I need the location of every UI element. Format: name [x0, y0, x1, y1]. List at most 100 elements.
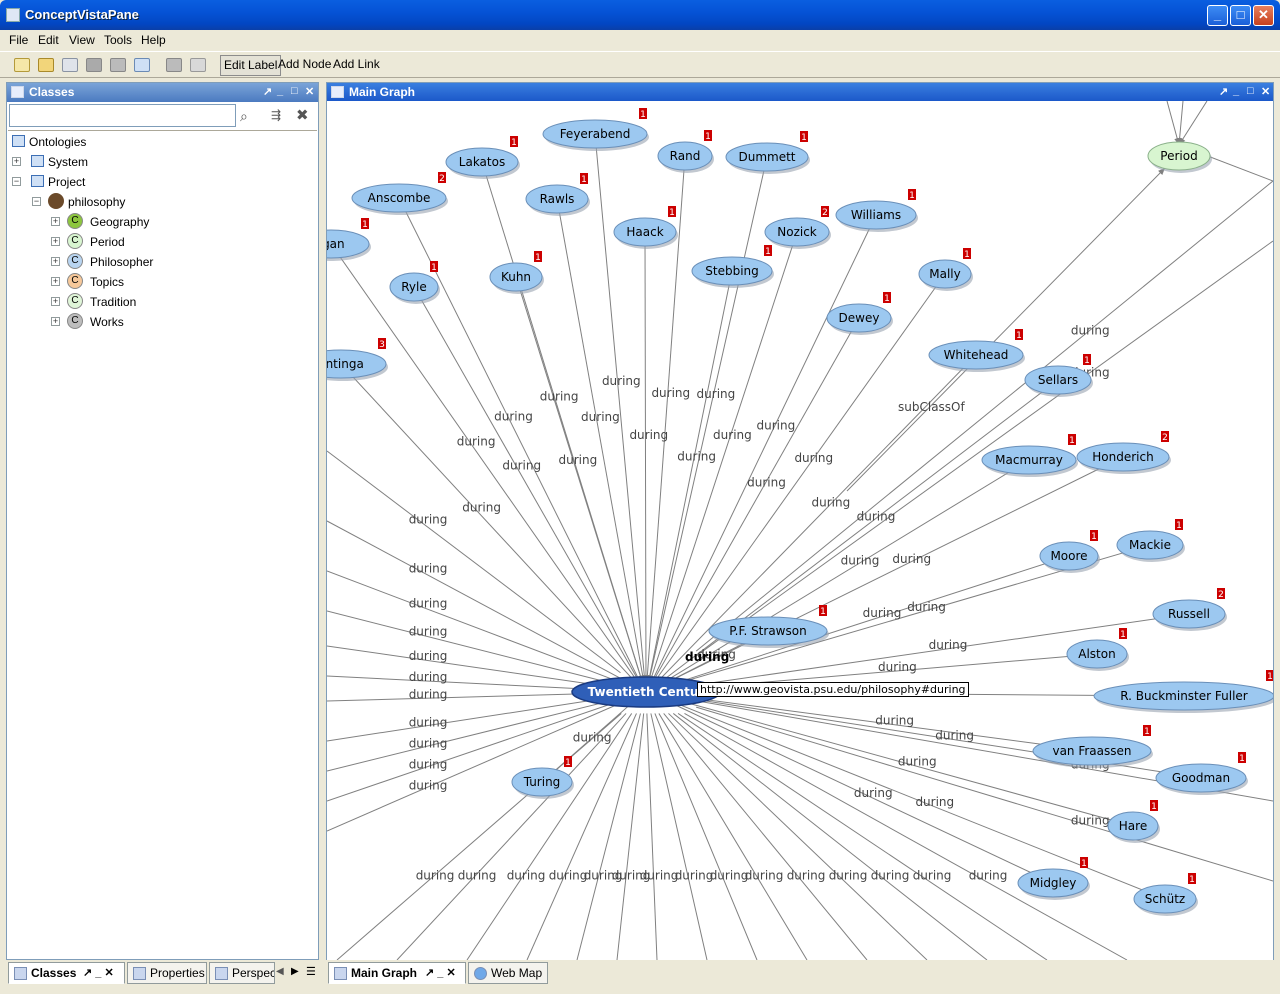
class-search-input[interactable]: [9, 104, 236, 127]
graph-canvas[interactable]: during during during during during during duri…: [327, 101, 1273, 960]
edge-during[interactable]: [576, 713, 641, 960]
print-icon[interactable]: [166, 58, 182, 72]
tree-item-period[interactable]: + C Period: [51, 233, 251, 252]
philosopher-node[interactable]: Anscombe 2: [351, 172, 448, 215]
philosopher-node[interactable]: Alston 1: [1066, 628, 1129, 671]
maximize-button[interactable]: □: [1230, 5, 1251, 26]
edge-during[interactable]: [616, 713, 645, 960]
edge-during[interactable]: [594, 133, 648, 683]
close-panel-icon[interactable]: ✕: [305, 85, 314, 98]
edge-during[interactable]: [327, 700, 621, 802]
copy-icon[interactable]: [62, 58, 78, 72]
edge-during[interactable]: [646, 713, 658, 960]
edge-during[interactable]: [654, 713, 758, 960]
tab-perspectives[interactable]: Perspec: [209, 962, 275, 984]
philosopher-node[interactable]: Kuhn 1: [489, 251, 544, 294]
tab-web-map[interactable]: Web Map: [468, 962, 548, 984]
philosopher-node[interactable]: Haack 1: [613, 206, 678, 249]
clear-search-icon[interactable]: ✖: [296, 106, 312, 124]
edge-during[interactable]: [642, 231, 649, 683]
philosopher-node[interactable]: Honderich 2: [1076, 431, 1171, 474]
maximize-panel-icon[interactable]: □: [1247, 85, 1254, 97]
edge-during[interactable]: [327, 610, 621, 687]
philosopher-node[interactable]: van Fraassen 1: [1032, 725, 1153, 768]
philosopher-node[interactable]: antinga 3: [327, 338, 388, 381]
menu-view[interactable]: View: [69, 33, 95, 47]
edge-period[interactable]: [1166, 101, 1181, 146]
philosopher-node[interactable]: Whitehead 1: [928, 329, 1025, 372]
tab-properties[interactable]: Properties: [127, 962, 207, 984]
philosopher-node[interactable]: R. Buckminster Fuller 1: [1093, 670, 1273, 713]
float-icon[interactable]: ↗: [1219, 85, 1228, 98]
close-button[interactable]: ✕: [1253, 5, 1274, 26]
tab-classes[interactable]: Classes ↗ _ ✕: [8, 962, 125, 984]
philosopher-node[interactable]: Ryle 1: [389, 261, 440, 304]
edge-during[interactable]: [668, 713, 928, 960]
tree-item-philosopher[interactable]: + C Philosopher: [51, 253, 251, 272]
edge-during[interactable]: [657, 555, 1070, 690]
save-icon[interactable]: [86, 58, 102, 72]
save-all-icon[interactable]: [110, 58, 126, 72]
edge-during[interactable]: [413, 286, 641, 684]
tab-controls-icon[interactable]: ↗ _ ✕: [425, 966, 456, 979]
tab-scroll-left-icon[interactable]: ◀: [276, 966, 284, 977]
tree-item-system[interactable]: + System: [11, 154, 211, 170]
edge-during[interactable]: [526, 713, 637, 960]
edge-during[interactable]: [655, 379, 1059, 687]
tree-item-geography[interactable]: + C Geography: [51, 213, 251, 232]
tree-item-works[interactable]: + C Works: [51, 313, 251, 332]
philosopher-node[interactable]: Dummett 1: [725, 131, 810, 174]
edge-period[interactable]: [1176, 101, 1184, 146]
add-link-button[interactable]: Add Link: [330, 55, 383, 76]
export-icon[interactable]: [190, 58, 206, 72]
edge-during[interactable]: [672, 713, 988, 960]
expand-icon[interactable]: +: [51, 257, 60, 266]
expand-icon[interactable]: +: [51, 317, 60, 326]
edit-label-button[interactable]: Edit Label: [220, 55, 282, 76]
tree-item-tradition[interactable]: + C Tradition: [51, 293, 251, 312]
open-folder-icon[interactable]: [38, 58, 54, 72]
minimize-panel-icon[interactable]: _: [277, 85, 283, 97]
minimize-panel-icon[interactable]: _: [1233, 85, 1239, 97]
philosopher-node[interactable]: Midgley 1: [1017, 857, 1090, 900]
philosopher-node[interactable]: Hare 1: [1107, 800, 1160, 843]
collapse-icon[interactable]: −: [32, 197, 41, 206]
tab-list-icon[interactable]: ☰: [306, 965, 316, 978]
tree-item-philosophy[interactable]: − philosophy: [31, 193, 231, 210]
edge-during[interactable]: [696, 706, 1273, 882]
tree-item-project[interactable]: − Project: [11, 174, 211, 190]
menu-help[interactable]: Help: [141, 33, 166, 47]
philosopher-node[interactable]: Moore 1: [1039, 530, 1100, 573]
philosopher-node[interactable]: Feyerabend 1: [542, 108, 649, 151]
edge-during[interactable]: [466, 713, 633, 960]
float-icon[interactable]: ↗ _ ✕: [83, 966, 114, 979]
minimize-button[interactable]: _: [1207, 5, 1228, 26]
philosopher-node[interactable]: Russell 2: [1152, 588, 1227, 631]
philosopher-node[interactable]: Sellars 1: [1024, 354, 1093, 397]
edge-during[interactable]: [650, 713, 708, 960]
add-node-button[interactable]: Add Node: [275, 55, 334, 76]
edge-period[interactable]: [1178, 101, 1208, 146]
philosopher-node[interactable]: Mackie 1: [1116, 519, 1185, 562]
new-file-icon[interactable]: [14, 58, 30, 72]
edge-during[interactable]: [327, 520, 621, 679]
philosopher-node[interactable]: Dewey 1: [826, 292, 893, 335]
philosopher-node[interactable]: Goodman 1: [1155, 752, 1248, 795]
philosopher-node[interactable]: Stebbing 1: [691, 245, 774, 288]
edge-during[interactable]: [646, 270, 733, 683]
edge-during[interactable]: [663, 713, 868, 960]
expand-icon[interactable]: +: [51, 217, 60, 226]
float-icon[interactable]: ↗: [263, 85, 272, 98]
maximize-panel-icon[interactable]: □: [291, 85, 298, 97]
philosopher-node[interactable]: Williams 1: [835, 189, 918, 232]
expand-icon[interactable]: +: [51, 297, 60, 306]
philosopher-node[interactable]: Nozick 2: [764, 206, 831, 249]
philosopher-node[interactable]: Lakatos 1: [445, 136, 520, 179]
edge-during[interactable]: [695, 180, 1273, 652]
tab-main-graph[interactable]: Main Graph ↗ _ ✕: [328, 962, 466, 984]
project-icon[interactable]: [134, 58, 150, 72]
philosopher-node[interactable]: rgan 1: [327, 218, 371, 261]
menu-file[interactable]: File: [9, 33, 28, 47]
close-panel-icon[interactable]: ✕: [1261, 85, 1270, 98]
edge-during[interactable]: [327, 645, 621, 689]
